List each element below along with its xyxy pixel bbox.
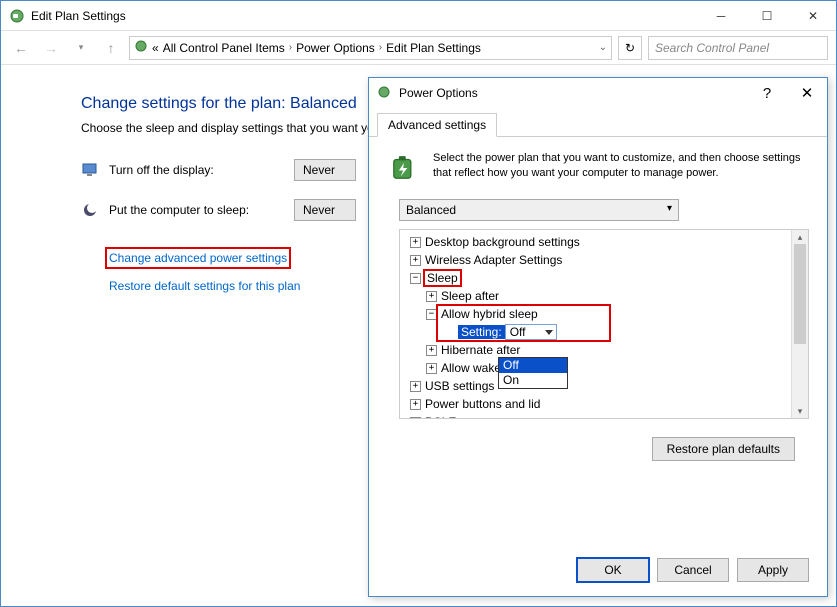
chevron-right-icon: ›	[379, 42, 382, 53]
search-input[interactable]: Search Control Panel	[648, 36, 828, 60]
collapse-icon[interactable]: −	[410, 273, 421, 284]
collapse-icon[interactable]: −	[426, 309, 437, 320]
window-buttons: ─ ☐ ✕	[698, 1, 836, 31]
minimize-button[interactable]: ─	[698, 1, 744, 31]
restore-plan-defaults-button[interactable]: Restore plan defaults	[652, 437, 795, 461]
setting-row: Setting: Off	[404, 323, 808, 341]
up-button[interactable]: ↑	[99, 36, 123, 60]
dropdown-option-on[interactable]: On	[499, 373, 567, 388]
crumb-item[interactable]: All Control Panel Items	[163, 41, 285, 55]
navbar: ← → ▾ ↑ « All Control Panel Items › Powe…	[1, 31, 836, 65]
expand-icon[interactable]: +	[410, 417, 421, 420]
ok-button[interactable]: OK	[577, 558, 649, 582]
display-label: Turn off the display:	[109, 163, 284, 177]
tree-sleep-after[interactable]: Sleep after	[441, 289, 499, 303]
display-icon	[81, 161, 99, 179]
crumb-chevrons: «	[152, 41, 159, 55]
tree-hibernate[interactable]: Hibernate after	[441, 343, 520, 357]
power-plan-icon	[9, 8, 25, 24]
crumb-item[interactable]: Edit Plan Settings	[386, 41, 481, 55]
titlebar: Edit Plan Settings ─ ☐ ✕	[1, 1, 836, 31]
expand-icon[interactable]: +	[410, 381, 421, 392]
scroll-down-icon[interactable]: ▾	[792, 404, 808, 418]
power-options-dialog: Power Options ? ✕ Advanced settings Sele…	[368, 77, 828, 597]
history-dropdown-icon[interactable]: ⌄	[599, 42, 607, 53]
expand-icon[interactable]: +	[426, 345, 437, 356]
sleep-label: Put the computer to sleep:	[109, 203, 284, 217]
tab-advanced-settings[interactable]: Advanced settings	[377, 113, 497, 137]
help-button[interactable]: ?	[747, 78, 787, 108]
setting-dropdown-list: Off On	[498, 357, 568, 389]
expand-icon[interactable]: +	[426, 363, 437, 374]
plan-select[interactable]: Balanced ▾	[399, 199, 679, 221]
scrollbar[interactable]: ▴ ▾	[791, 230, 808, 418]
setting-label: Setting:	[458, 325, 505, 339]
maximize-button[interactable]: ☐	[744, 1, 790, 31]
power-icon	[134, 39, 148, 56]
battery-icon	[387, 151, 421, 185]
dialog-footer: OK Cancel Apply	[577, 558, 809, 582]
sleep-dropdown[interactable]: Never	[294, 199, 356, 221]
display-dropdown[interactable]: Never	[294, 159, 356, 181]
expand-icon[interactable]: +	[426, 291, 437, 302]
dialog-body: Select the power plan that you want to c…	[369, 137, 827, 475]
tree-wireless[interactable]: Wireless Adapter Settings	[425, 253, 562, 267]
close-button[interactable]: ✕	[790, 1, 836, 31]
dialog-titlebar: Power Options ? ✕	[369, 78, 827, 108]
plan-label: Balanced	[406, 203, 456, 217]
crumb-item[interactable]: Power Options	[296, 41, 375, 55]
expand-icon[interactable]: +	[410, 237, 421, 248]
intro-text: Select the power plan that you want to c…	[433, 151, 809, 185]
settings-tree: + Desktop background settings + Wireless A…	[399, 229, 809, 419]
refresh-button[interactable]: ↻	[618, 36, 642, 60]
apply-button[interactable]: Apply	[737, 558, 809, 582]
dialog-title: Power Options	[399, 86, 747, 100]
chevron-right-icon: ›	[289, 42, 292, 53]
scroll-up-icon[interactable]: ▴	[792, 230, 808, 244]
window-title: Edit Plan Settings	[31, 9, 698, 23]
cancel-button[interactable]: Cancel	[657, 558, 729, 582]
chevron-down-icon: ▾	[667, 203, 672, 217]
tree-desktop-bg[interactable]: Desktop background settings	[425, 235, 580, 249]
tab-bar: Advanced settings	[369, 108, 827, 137]
search-placeholder: Search Control Panel	[655, 41, 769, 55]
tree-usb[interactable]: USB settings	[425, 379, 494, 393]
restore-defaults-link[interactable]: Restore default settings for this plan	[109, 279, 300, 293]
scroll-thumb[interactable]	[794, 244, 806, 344]
breadcrumb[interactable]: « All Control Panel Items › Power Option…	[129, 36, 612, 60]
setting-dropdown[interactable]: Off	[505, 324, 557, 340]
tree-power-buttons[interactable]: Power buttons and lid	[425, 397, 540, 411]
expand-icon[interactable]: +	[410, 255, 421, 266]
recent-dropdown[interactable]: ▾	[69, 36, 93, 60]
expand-icon[interactable]: +	[410, 399, 421, 410]
tree-pci[interactable]: PCI Express	[425, 415, 492, 419]
moon-icon	[81, 201, 99, 219]
change-advanced-link[interactable]: Change advanced power settings	[109, 251, 287, 265]
power-icon	[377, 85, 393, 101]
back-button[interactable]: ←	[9, 36, 33, 60]
tree-hybrid-sleep[interactable]: Allow hybrid sleep	[441, 307, 538, 321]
dropdown-option-off[interactable]: Off	[499, 358, 567, 373]
intro-row: Select the power plan that you want to c…	[387, 151, 809, 185]
dialog-close-button[interactable]: ✕	[787, 78, 827, 108]
edit-plan-window: Edit Plan Settings ─ ☐ ✕ ← → ▾ ↑ « All C…	[0, 0, 837, 607]
forward-button[interactable]: →	[39, 36, 63, 60]
tree-sleep[interactable]: Sleep	[425, 271, 460, 285]
